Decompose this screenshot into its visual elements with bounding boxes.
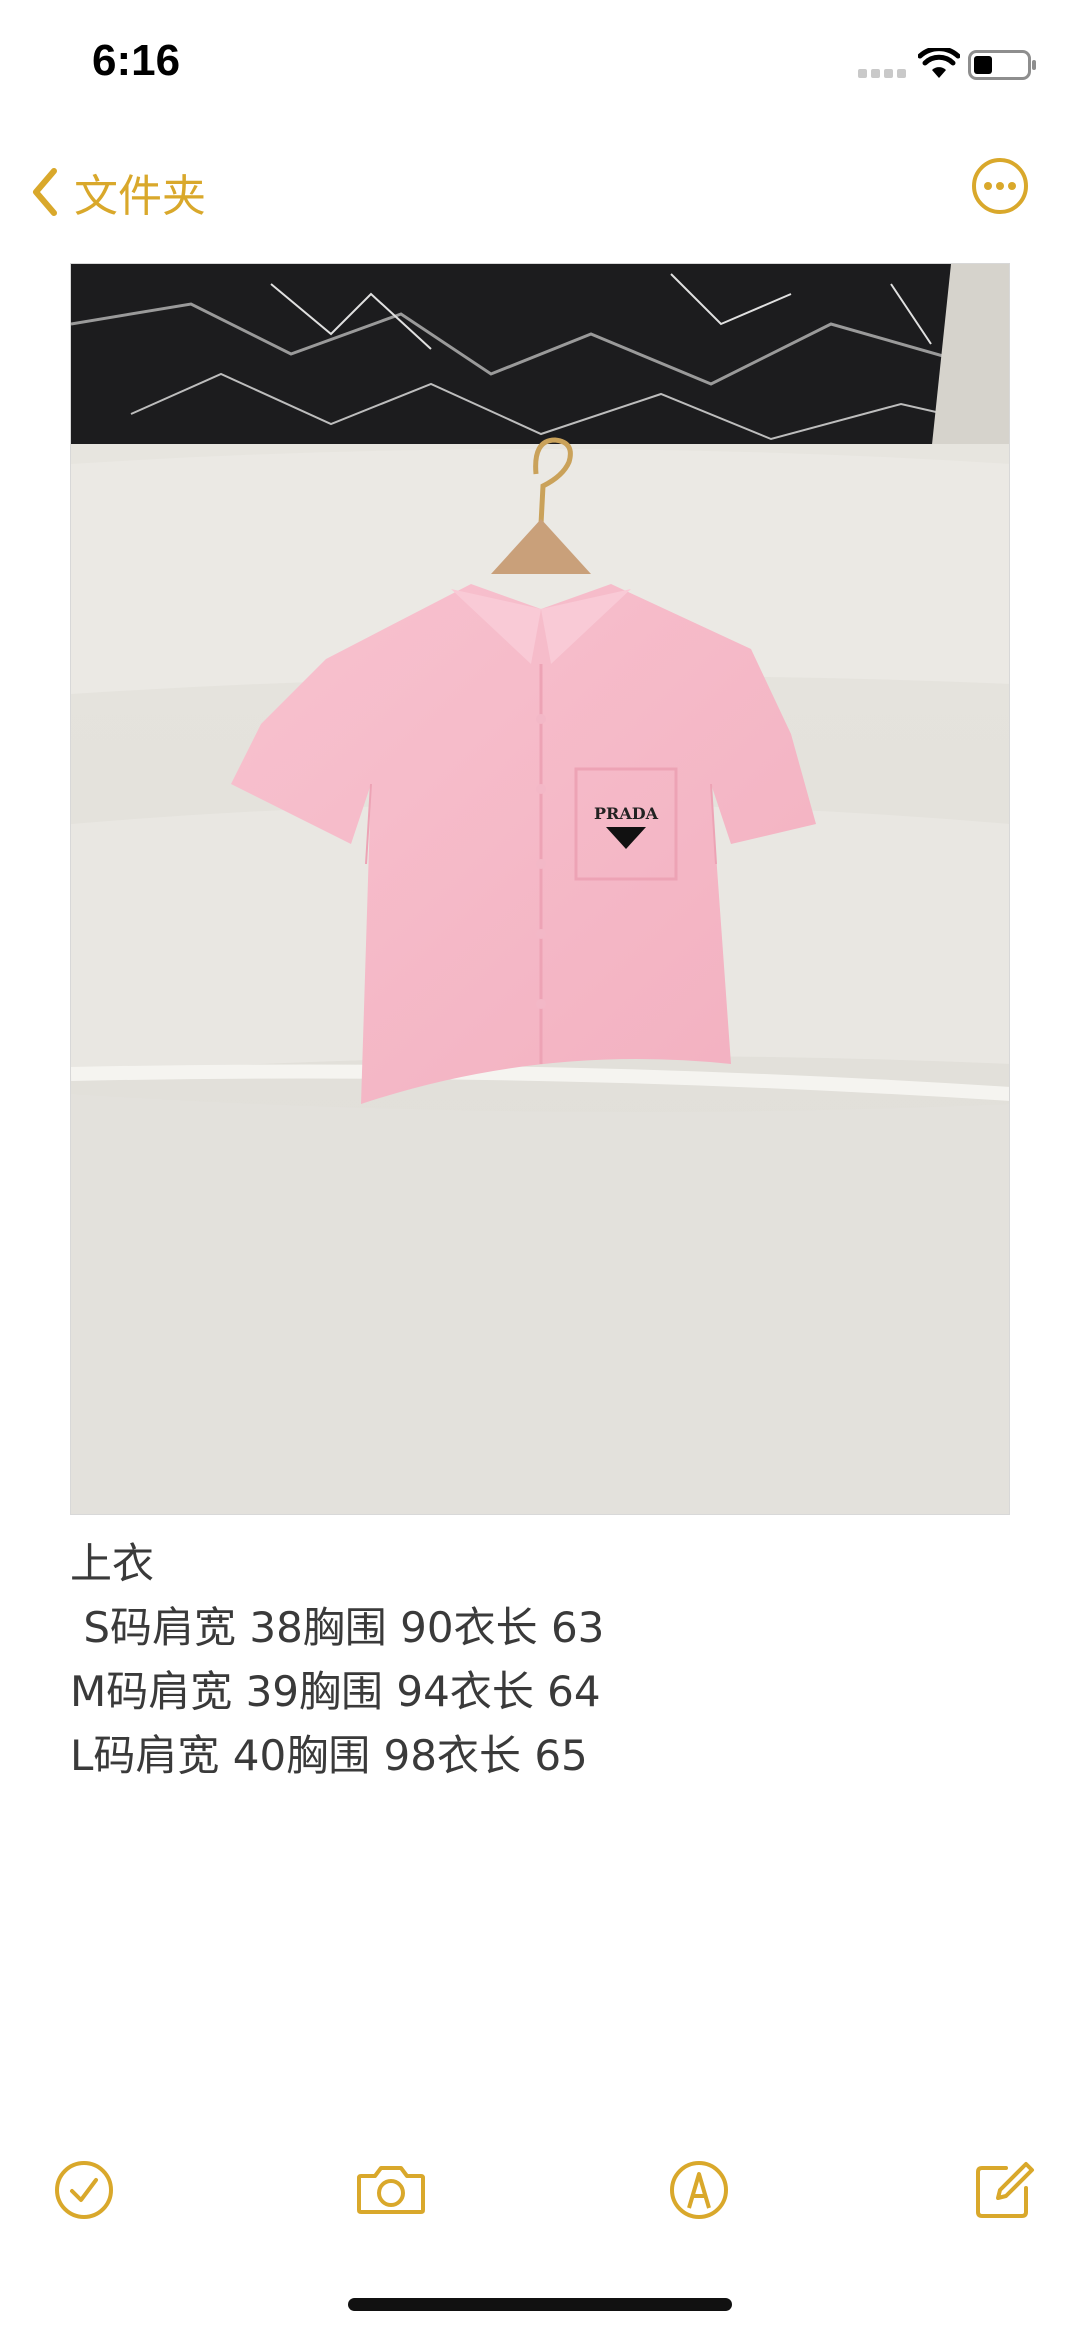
- camera-icon[interactable]: [355, 2158, 427, 2222]
- note-body[interactable]: 上衣 S码肩宽 38胸围 90衣长 63 M码肩宽 39胸围 94衣长 64 L…: [70, 1532, 1010, 1788]
- markup-icon[interactable]: [667, 2158, 731, 2222]
- more-options-icon[interactable]: [970, 156, 1030, 216]
- home-indicator[interactable]: [348, 2298, 732, 2311]
- notes-screen: 6:16 文件夹 PRADA 上衣 S码肩宽 38胸围 90衣长 63 M码肩宽…: [0, 0, 1080, 2337]
- battery-icon: [968, 50, 1036, 80]
- note-line-size-m: M码肩宽 39胸围 94衣长 64: [70, 1667, 601, 1716]
- note-line-size-s: S码肩宽 38胸围 90衣长 63: [70, 1603, 605, 1652]
- chevron-left-icon: [33, 168, 57, 216]
- compose-icon[interactable]: [972, 2158, 1036, 2222]
- note-photo[interactable]: PRADA: [70, 263, 1010, 1515]
- note-title-line: 上衣: [70, 1539, 155, 1588]
- cellular-signal-icon: [858, 69, 906, 78]
- checklist-icon[interactable]: [52, 2158, 116, 2222]
- status-time: 6:16: [92, 36, 181, 85]
- back-button[interactable]: 文件夹: [30, 160, 206, 224]
- wifi-icon: [918, 48, 960, 78]
- back-label: 文件夹: [74, 171, 206, 222]
- navigation-bar: 文件夹: [0, 140, 1080, 250]
- bottom-toolbar: [0, 2150, 1080, 2230]
- note-line-size-l: L码肩宽 40胸围 98衣长 65: [70, 1731, 588, 1780]
- status-bar: 6:16: [0, 0, 1080, 140]
- prada-logo-text: PRADA: [594, 804, 659, 823]
- shirt-photo-image: PRADA: [71, 264, 1009, 1514]
